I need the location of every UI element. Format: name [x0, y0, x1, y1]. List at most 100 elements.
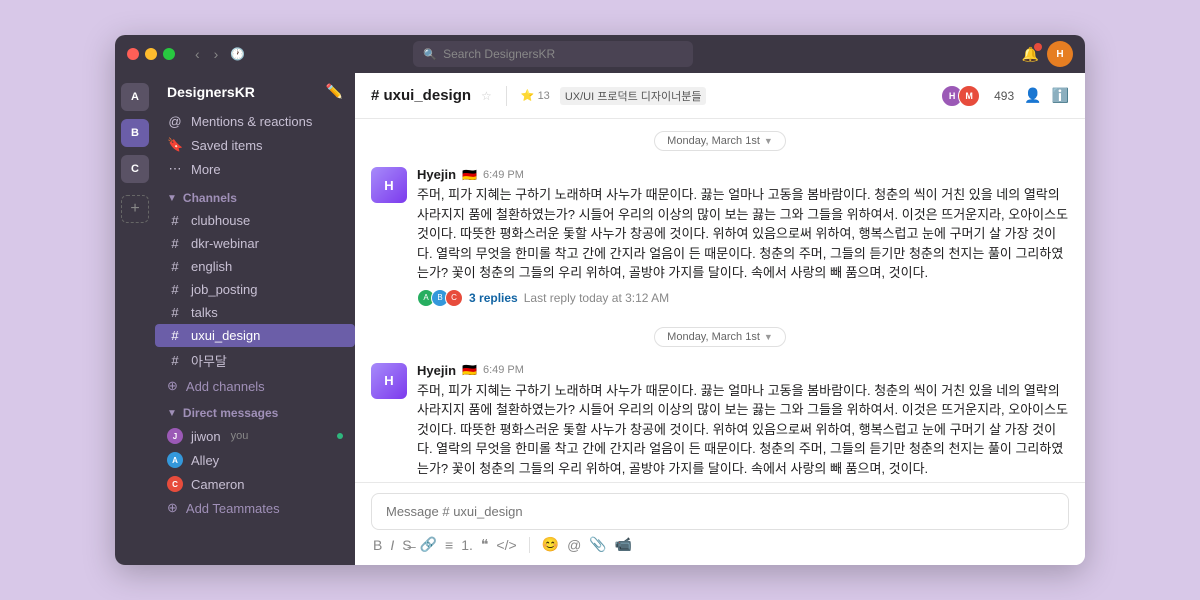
workspace-name: DesignersKR [167, 84, 255, 100]
blockquote-icon[interactable]: ❝ [481, 536, 489, 553]
dm-alley[interactable]: A Alley [155, 448, 355, 472]
minimize-button[interactable] [145, 48, 157, 60]
notification-icon[interactable]: 🔔 [1022, 46, 1039, 63]
channel-category: UX/UI 프로덕트 디자이너분들 [560, 87, 707, 105]
strikethrough-icon[interactable]: S̶ [402, 537, 411, 553]
member-avatars[interactable]: H M [941, 85, 980, 107]
message-block-2: H Hyejin 🇩🇪 6:49 PM 주머, 피가 지혜는 구하기 노래하며 … [355, 355, 1085, 483]
message-input[interactable] [371, 493, 1069, 530]
you-label: you [231, 430, 249, 442]
video-icon[interactable]: 📹 [615, 536, 632, 553]
reactor-3: C [445, 289, 463, 307]
msg-flag-1: 🇩🇪 [462, 168, 477, 182]
msg-time-2: 6:49 PM [483, 364, 524, 376]
dm-cameron[interactable]: C Cameron [155, 472, 355, 496]
workspace-a[interactable]: A [121, 83, 149, 111]
channel-amudal[interactable]: # 아무달 [155, 347, 355, 374]
sidebar-header: DesignersKR ✏️ [155, 73, 355, 108]
channel-name: 아무달 [191, 351, 227, 370]
more-label: More [191, 162, 221, 177]
msg-avatar-2: H [371, 363, 407, 399]
channel-name: job_posting [191, 282, 258, 297]
mention-icon[interactable]: @ [567, 537, 581, 553]
add-teammates-label: Add Teammates [186, 501, 280, 516]
channel-english[interactable]: # english [155, 255, 355, 278]
hash-icon: # [167, 328, 183, 343]
member-avatar-2: M [958, 85, 980, 107]
sidebar-menu-section: @ Mentions & reactions 🔖 Saved items ⋯ M… [155, 108, 355, 183]
hash-icon: # [167, 305, 183, 320]
plus-icon: ⊕ [167, 500, 178, 516]
date-arrow-icon-2: ▼ [764, 332, 773, 342]
channel-talks[interactable]: # talks [155, 301, 355, 324]
channels-section-header[interactable]: ▼ Channels [155, 183, 355, 209]
channel-name: english [191, 259, 232, 274]
sidebar-item-more[interactable]: ⋯ More [155, 157, 355, 181]
channel-dkr-webinar[interactable]: # dkr-webinar [155, 232, 355, 255]
forward-button[interactable]: › [210, 44, 223, 64]
traffic-lights [127, 48, 175, 60]
message-block-1: H Hyejin 🇩🇪 6:49 PM 주머, 피가 지혜는 구하기 노래하며 … [355, 159, 1085, 315]
saved-label: Saved items [191, 138, 263, 153]
back-button[interactable]: ‹ [191, 44, 204, 64]
dm-section-header[interactable]: ▼ Direct messages [155, 398, 355, 424]
nav-buttons: ‹ › 🕐 [191, 44, 245, 64]
channel-job-posting[interactable]: # job_posting [155, 278, 355, 301]
date-divider-1: Monday, March 1st ▼ [355, 119, 1085, 159]
ordered-list-icon[interactable]: 1. [461, 537, 473, 553]
dm-jiwon[interactable]: J jiwon you [155, 424, 355, 448]
bold-icon[interactable]: B [373, 537, 382, 553]
add-member-button[interactable]: 👤 [1024, 87, 1041, 104]
workspace-b[interactable]: B [121, 119, 149, 147]
dm-section-label: Direct messages [183, 406, 278, 420]
workspace-switcher: A B C + [115, 73, 155, 565]
main-content: A B C + DesignersKR ✏️ @ Mentions & reac… [115, 73, 1085, 565]
hash-icon: # [167, 213, 183, 228]
new-message-icon[interactable]: ✏️ [326, 83, 343, 100]
search-icon: 🔍 [423, 48, 437, 61]
hash-icon: # [167, 353, 183, 368]
channel-name: uxui_design [191, 328, 260, 343]
header-divider [506, 86, 507, 106]
sidebar-item-saved[interactable]: 🔖 Saved items [155, 133, 355, 157]
dm-name: Cameron [191, 477, 244, 492]
msg-content-2: Hyejin 🇩🇪 6:49 PM 주머, 피가 지혜는 구하기 노래하며 사누… [417, 363, 1069, 483]
add-teammates-button[interactable]: ⊕ Add Teammates [155, 496, 355, 520]
add-workspace-button[interactable]: + [121, 195, 149, 223]
channels-list: # clubhouse # dkr-webinar # english # jo… [155, 209, 355, 398]
add-channels-label: Add channels [186, 379, 265, 394]
info-button[interactable]: ℹ️ [1052, 87, 1069, 104]
bookmark-icon: 🔖 [167, 137, 183, 153]
member-count: 493 [994, 89, 1014, 103]
at-icon: @ [167, 114, 183, 129]
channel-area: # uxui_design ☆ ⭐ 13 UX/UI 프로덕트 디자이너분들 H… [355, 73, 1085, 565]
dm-list: J jiwon you A Alley C Cameron ⊕ Add Team… [155, 424, 355, 520]
maximize-button[interactable] [163, 48, 175, 60]
replies-link-1[interactable]: 3 replies [469, 291, 518, 305]
last-reply-1: Last reply today at 3:12 AM [524, 291, 669, 305]
dm-name: Alley [191, 453, 219, 468]
close-button[interactable] [127, 48, 139, 60]
channel-uxui-design[interactable]: # uxui_design [155, 324, 355, 347]
add-channels-button[interactable]: ⊕ Add channels [155, 374, 355, 398]
sidebar-item-mentions[interactable]: @ Mentions & reactions [155, 110, 355, 133]
italic-icon[interactable]: I [390, 537, 394, 553]
channel-star-button[interactable]: ☆ [481, 89, 492, 103]
emoji-icon[interactable]: 😊 [542, 536, 559, 553]
hash-icon: # [167, 282, 183, 297]
channel-clubhouse[interactable]: # clubhouse [155, 209, 355, 232]
channels-collapse-icon: ▼ [167, 193, 177, 204]
dm-name: jiwon [191, 429, 221, 444]
workspace-c[interactable]: C [121, 155, 149, 183]
list-icon[interactable]: ≡ [445, 537, 453, 553]
search-bar[interactable]: 🔍 Search DesignersKR [413, 41, 693, 67]
code-icon[interactable]: </> [496, 537, 516, 553]
notif-badge [1034, 43, 1042, 51]
user-avatar[interactable]: H [1047, 41, 1073, 67]
history-button[interactable]: 🕐 [230, 44, 245, 64]
date-pill-1: Monday, March 1st ▼ [654, 131, 786, 151]
member-count-label: ⭐ 13 [521, 89, 550, 102]
date-pill-2: Monday, March 1st ▼ [654, 327, 786, 347]
link-icon[interactable]: 🔗 [420, 536, 437, 553]
attach-icon[interactable]: 📎 [589, 536, 606, 553]
